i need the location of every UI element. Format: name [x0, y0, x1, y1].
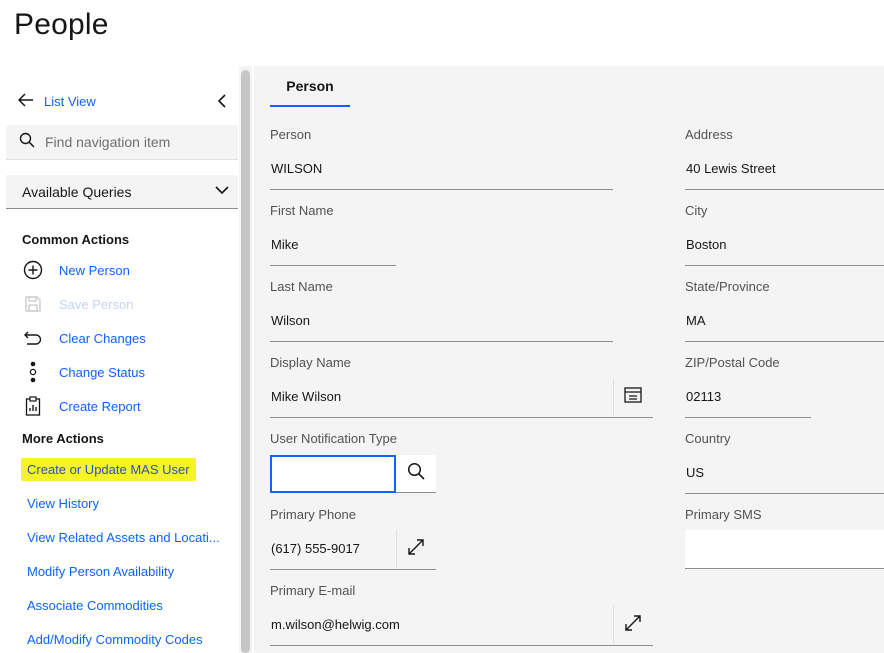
address-field[interactable]: 40 Lewis Street	[686, 161, 776, 176]
primary-sms-input[interactable]	[685, 530, 884, 569]
notification-type-label: User Notification Type	[270, 431, 397, 446]
available-queries-dropdown[interactable]: Available Queries	[6, 175, 238, 209]
nav-search[interactable]	[6, 125, 238, 160]
address-label: Address	[685, 127, 733, 142]
associate-commodities-link[interactable]: Associate Commodities	[27, 595, 163, 615]
state-underline	[685, 341, 884, 342]
available-queries-label: Available Queries	[22, 183, 132, 200]
details-list-icon	[624, 386, 642, 408]
city-underline	[685, 265, 884, 266]
primary-phone-field[interactable]: (617) 555-9017	[271, 541, 360, 556]
person-field-underline	[270, 189, 613, 190]
modify-person-availability-link[interactable]: Modify Person Availability	[27, 561, 174, 581]
country-label: Country	[685, 431, 731, 446]
tab-person[interactable]: Person	[270, 66, 350, 107]
arrow-left-icon	[17, 92, 34, 110]
save-person-label: Save Person	[59, 296, 134, 312]
create-report-label: Create Report	[59, 398, 141, 414]
add-modify-commodity-codes-link[interactable]: Add/Modify Commodity Codes	[27, 629, 203, 649]
person-field-label: Person	[270, 127, 312, 142]
collapse-nav-chevron-left-icon[interactable]	[214, 93, 230, 109]
view-related-assets-link[interactable]: View Related Assets and Locati...	[27, 527, 220, 547]
more-actions-heading: More Actions	[22, 431, 104, 446]
primary-email-underline	[270, 645, 653, 646]
country-underline	[685, 493, 884, 494]
city-label: City	[685, 203, 708, 218]
page-title: People	[14, 8, 109, 41]
display-name-underline	[270, 417, 653, 418]
change-status-action[interactable]: Change Status	[22, 361, 146, 383]
address-underline	[685, 189, 884, 190]
zip-field[interactable]: 02113	[686, 389, 721, 404]
primary-email-expand-button[interactable]	[614, 606, 652, 644]
person-field[interactable]: WILSON	[271, 161, 322, 176]
last-name-underline	[270, 341, 613, 342]
save-person-action[interactable]: Save Person	[22, 294, 133, 314]
undo-icon	[22, 328, 44, 348]
notification-type-lookup-button[interactable]	[396, 455, 436, 493]
primary-phone-label: Primary Phone	[270, 507, 356, 522]
country-field[interactable]: US	[686, 465, 704, 480]
primary-sms-label: Primary SMS	[685, 507, 762, 522]
list-view-label: List View	[44, 93, 96, 109]
new-person-label: New Person	[59, 262, 130, 278]
primary-phone-expand-button[interactable]	[397, 530, 435, 568]
expand-icon	[624, 614, 642, 637]
nav-scrollbar-thumb[interactable]	[241, 70, 250, 653]
create-report-action[interactable]: Create Report	[22, 396, 141, 416]
display-name-label: Display Name	[270, 355, 351, 370]
clear-changes-action[interactable]: Clear Changes	[22, 328, 146, 348]
change-status-label: Change Status	[59, 364, 146, 380]
first-name-field[interactable]: Mike	[271, 237, 298, 252]
save-icon	[22, 294, 44, 314]
display-name-field[interactable]: Mike Wilson	[271, 389, 341, 404]
primary-email-label: Primary E-mail	[270, 583, 356, 598]
search-icon	[407, 462, 425, 485]
add-circle-icon	[22, 260, 44, 280]
list-view-link[interactable]: List View	[17, 90, 96, 112]
last-name-field[interactable]: Wilson	[271, 313, 310, 328]
chevron-down-icon	[214, 182, 230, 201]
highlighted-action-label: Create or Update MAS User	[21, 457, 196, 481]
new-person-action[interactable]: New Person	[22, 260, 130, 280]
clear-changes-label: Clear Changes	[59, 330, 146, 346]
first-name-label: First Name	[270, 203, 334, 218]
search-icon	[6, 132, 43, 153]
display-name-detail-button[interactable]	[614, 378, 652, 416]
expand-icon	[407, 538, 425, 561]
primary-email-field[interactable]: m.wilson@helwig.com	[271, 617, 400, 632]
nav-search-input[interactable]	[43, 133, 227, 151]
common-actions-heading: Common Actions	[22, 232, 130, 247]
notification-type-input[interactable]	[270, 455, 396, 493]
zip-underline	[685, 417, 811, 418]
state-label: State/Province	[685, 279, 770, 294]
status-dots-icon	[22, 361, 44, 383]
create-update-mas-user-link[interactable]: Create or Update MAS User	[21, 457, 196, 481]
report-clipboard-icon	[22, 396, 44, 416]
zip-label: ZIP/Postal Code	[685, 355, 780, 370]
city-field[interactable]: Boston	[686, 237, 726, 252]
view-history-link[interactable]: View History	[27, 493, 99, 513]
last-name-label: Last Name	[270, 279, 333, 294]
primary-phone-underline	[270, 569, 436, 570]
first-name-underline	[270, 265, 396, 266]
state-field[interactable]: MA	[686, 313, 706, 328]
